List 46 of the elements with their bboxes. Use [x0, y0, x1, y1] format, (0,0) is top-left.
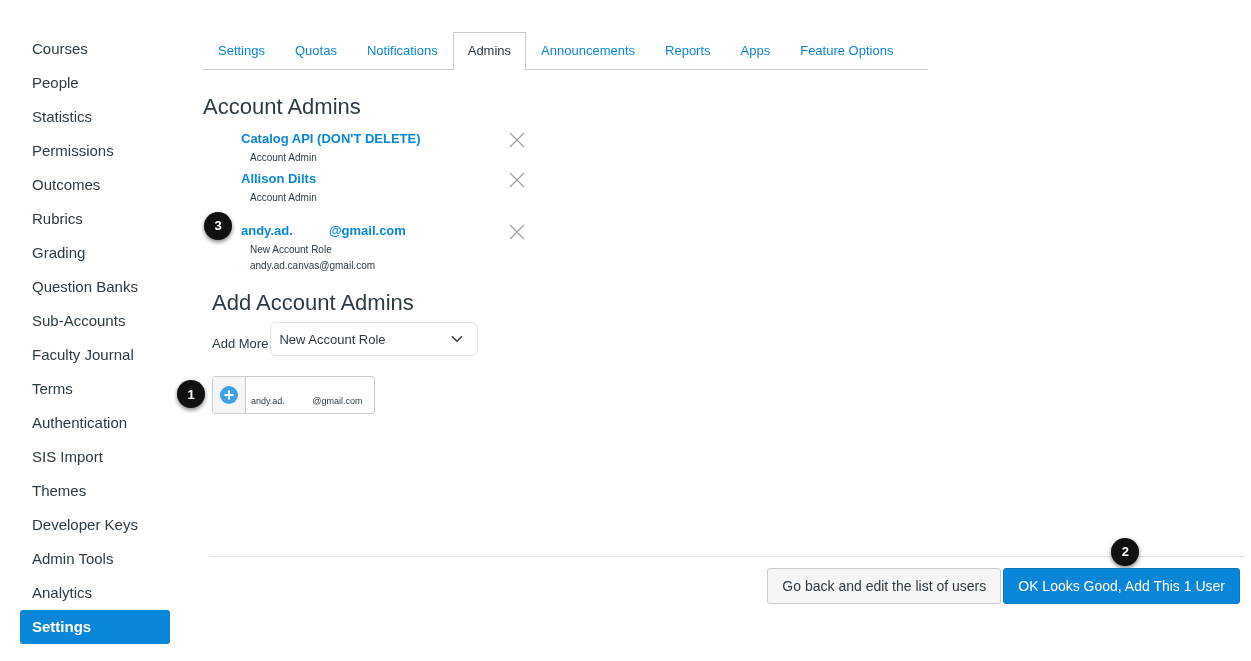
tab[interactable]: Notifications: [351, 32, 453, 70]
sidebar-item[interactable]: Grading: [20, 241, 170, 275]
sidebar-item[interactable]: Rubrics: [20, 207, 170, 241]
sidebar-item[interactable]: Themes: [20, 479, 170, 513]
sidebar-item[interactable]: SIS Import: [20, 445, 170, 479]
admin-name-link[interactable]: andy.ad. @gmail.com: [241, 222, 406, 238]
tab[interactable]: Feature Options: [785, 32, 909, 70]
admin-role: Account Admin: [249, 190, 317, 205]
user-entry[interactable]: andy.ad. @gmail.com: [212, 376, 375, 415]
role-select[interactable]: New Account Role: [270, 322, 479, 357]
tab[interactable]: Apps: [725, 32, 786, 70]
close-icon[interactable]: [509, 171, 525, 188]
sidebar-item[interactable]: People: [20, 71, 170, 105]
tab[interactable]: Settings: [203, 32, 280, 70]
close-icon[interactable]: [509, 131, 525, 148]
sidebar-item[interactable]: Permissions: [20, 139, 170, 173]
admin-name-link[interactable]: Allison Dilts: [241, 170, 317, 186]
sidebar-item[interactable]: Outcomes: [20, 173, 170, 207]
close-icon[interactable]: [509, 223, 525, 240]
tab[interactable]: Announcements: [526, 32, 651, 70]
action-button[interactable]: OK Looks Good, Add This 1 User: [1003, 568, 1240, 604]
sidebar-item[interactable]: Statistics: [20, 105, 170, 139]
sidebar-item[interactable]: Admin Tools: [20, 547, 170, 581]
admin-role: New Account Role: [249, 242, 333, 257]
tab[interactable]: Quotas: [280, 32, 352, 70]
add-more-label: Add More: [212, 334, 269, 353]
action-button[interactable]: Go back and edit the list of users: [767, 568, 1002, 604]
tab[interactable]: Reports: [650, 32, 726, 70]
admin-email: andy.ad.canvas@gmail.com: [249, 258, 377, 273]
section-heading: Add Account Admins: [212, 289, 415, 317]
sidebar-item[interactable]: Authentication: [20, 411, 170, 445]
add-icon[interactable]: [220, 386, 238, 405]
sidebar-item[interactable]: Courses: [20, 37, 170, 71]
callout-badge: 3: [204, 211, 232, 240]
admin-role: Account Admin: [249, 150, 318, 165]
sidebar-item[interactable]: Faculty Journal: [20, 343, 170, 377]
section-heading: Account Admins: [203, 93, 362, 120]
callout-badge: 2: [1111, 538, 1140, 566]
callout-badge: 1: [177, 380, 205, 409]
sidebar-item[interactable]: Developer Keys: [20, 513, 170, 547]
sidebar-item[interactable]: Terms: [20, 377, 170, 411]
sidebar-item[interactable]: Sub-Accounts: [20, 309, 170, 343]
sidebar-item[interactable]: Question Banks: [20, 275, 170, 309]
tab[interactable]: Admins: [452, 32, 527, 70]
admin-name-link[interactable]: Catalog API (DON'T DELETE): [241, 130, 421, 146]
sidebar-item[interactable]: Settings: [20, 610, 170, 644]
